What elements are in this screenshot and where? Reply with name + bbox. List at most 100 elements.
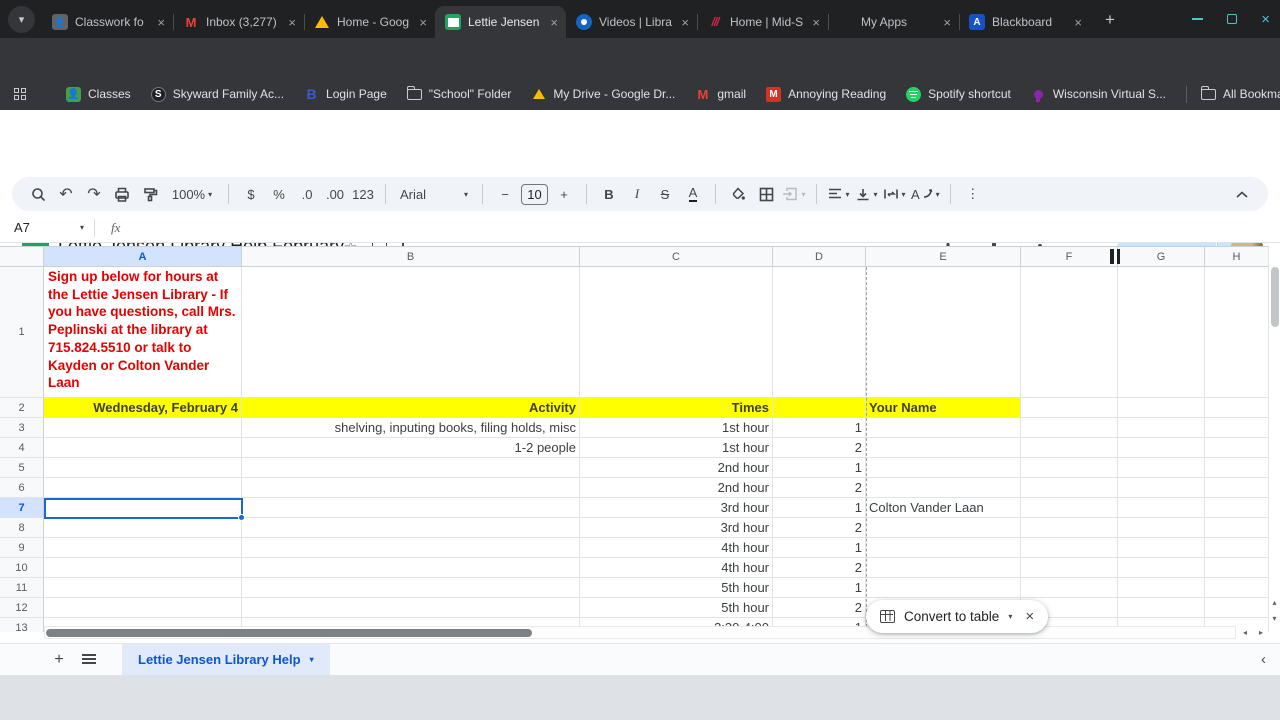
strikethrough-button[interactable]: S xyxy=(653,182,677,206)
zoom-select[interactable]: 100% ▾ xyxy=(166,182,218,206)
cell[interactable] xyxy=(44,578,242,598)
row-header-2[interactable]: 2 xyxy=(0,398,44,418)
cell[interactable] xyxy=(1021,538,1118,558)
window-close-button[interactable]: × xyxy=(1261,12,1270,27)
tab-search-button[interactable]: ▾ xyxy=(8,6,35,33)
cell-C2[interactable]: Times xyxy=(580,398,773,418)
fill-color-icon[interactable] xyxy=(726,182,750,206)
cell[interactable] xyxy=(1021,478,1118,498)
cell[interactable] xyxy=(1021,558,1118,578)
italic-button[interactable]: I xyxy=(625,182,649,206)
cell-B2[interactable]: Activity xyxy=(242,398,580,418)
cell[interactable] xyxy=(1021,578,1118,598)
column-resize-handle[interactable] xyxy=(1110,249,1123,264)
sheet-tab-active[interactable]: Lettie Jensen Library Help ▾ xyxy=(122,643,330,676)
text-rotation-icon[interactable]: A ▾ xyxy=(911,182,940,206)
bookmark-wisconsin-virtual[interactable]: Wisconsin Virtual S... xyxy=(1031,87,1166,102)
cell[interactable] xyxy=(242,518,580,538)
paint-format-icon[interactable] xyxy=(138,182,162,206)
bold-button[interactable]: B xyxy=(597,182,621,206)
row-header[interactable]: 9 xyxy=(0,538,44,558)
cell[interactable] xyxy=(44,598,242,618)
cell-D11[interactable]: 1 xyxy=(773,578,866,598)
cell-D10[interactable]: 2 xyxy=(773,558,866,578)
cell[interactable] xyxy=(866,518,1021,538)
text-wrap-icon[interactable]: ▾ xyxy=(883,182,907,206)
close-icon[interactable]: × xyxy=(1074,15,1082,30)
cell-D3[interactable]: 1 xyxy=(773,418,866,438)
cell[interactable] xyxy=(1118,478,1205,498)
row-header[interactable]: 11 xyxy=(0,578,44,598)
cell-C7[interactable]: 3rd hour xyxy=(580,498,773,518)
row-header[interactable]: 4 xyxy=(0,438,44,458)
cell[interactable] xyxy=(1205,538,1268,558)
convert-to-table-popup[interactable]: Convert to table ▾ × xyxy=(866,600,1049,633)
text-color-button[interactable]: A xyxy=(681,182,705,206)
cell[interactable] xyxy=(866,438,1021,458)
cell[interactable] xyxy=(1118,598,1205,618)
column-header-A[interactable]: A xyxy=(44,246,242,267)
close-icon[interactable]: × xyxy=(419,15,427,30)
column-header-F[interactable]: F xyxy=(1021,246,1118,267)
cell[interactable] xyxy=(242,267,580,398)
print-icon[interactable] xyxy=(110,182,134,206)
more-options-icon[interactable]: ⋮ xyxy=(961,182,985,206)
cell[interactable] xyxy=(44,478,242,498)
bookmark-classes[interactable]: 👤 Classes xyxy=(66,86,131,102)
horizontal-scroll-thumb[interactable] xyxy=(46,629,532,637)
cell[interactable] xyxy=(866,478,1021,498)
column-header-B[interactable]: B xyxy=(242,246,580,267)
bookmark-school-folder[interactable]: "School" Folder xyxy=(406,85,511,101)
tab-inbox[interactable]: M Inbox (3,277) × xyxy=(173,6,304,38)
cell[interactable] xyxy=(242,458,580,478)
horizontal-align-icon[interactable]: ▾ xyxy=(827,182,851,206)
cell[interactable] xyxy=(44,418,242,438)
cell[interactable] xyxy=(1118,558,1205,578)
cell[interactable] xyxy=(1118,498,1205,518)
search-icon[interactable] xyxy=(26,182,50,206)
cell[interactable] xyxy=(44,518,242,538)
cell-C9[interactable]: 4th hour xyxy=(580,538,773,558)
decrease-font-size-button[interactable]: − xyxy=(493,182,517,206)
cell[interactable] xyxy=(242,538,580,558)
cell[interactable] xyxy=(44,558,242,578)
cell[interactable] xyxy=(1205,498,1268,518)
cell-C6[interactable]: 2nd hour xyxy=(580,478,773,498)
tab-classwork[interactable]: 👤 Classwork fo × xyxy=(42,6,173,38)
cell-C12[interactable]: 5th hour xyxy=(580,598,773,618)
cell[interactable] xyxy=(1205,558,1268,578)
cell[interactable] xyxy=(1118,458,1205,478)
cell-C3[interactable]: 1st hour xyxy=(580,418,773,438)
cell[interactable] xyxy=(1021,438,1118,458)
cell-D8[interactable]: 2 xyxy=(773,518,866,538)
cell[interactable] xyxy=(1118,578,1205,598)
cell-C10[interactable]: 4th hour xyxy=(580,558,773,578)
cell-A1-note[interactable]: Sign up below for hours at the Lettie Je… xyxy=(44,267,242,398)
cell-D5[interactable]: 1 xyxy=(773,458,866,478)
close-icon[interactable]: × xyxy=(681,15,689,30)
number-format-button[interactable]: 123 xyxy=(351,182,375,206)
cell-D7[interactable]: 1 xyxy=(773,498,866,518)
cell[interactable] xyxy=(1021,498,1118,518)
cell[interactable] xyxy=(1205,478,1268,498)
scroll-right-icon[interactable]: ▸ xyxy=(1259,628,1263,637)
borders-icon[interactable] xyxy=(754,182,778,206)
fill-handle[interactable] xyxy=(238,514,245,521)
select-all-corner[interactable] xyxy=(0,246,44,267)
cell-C4[interactable]: 1st hour xyxy=(580,438,773,458)
close-icon[interactable]: × xyxy=(550,15,558,30)
cell[interactable] xyxy=(242,558,580,578)
bookmark-skyward[interactable]: S Skyward Family Ac... xyxy=(150,86,284,102)
decrease-decimals-button[interactable]: .0 xyxy=(295,182,319,206)
column-header-D[interactable]: D xyxy=(773,246,866,267)
cell-E2[interactable]: Your Name xyxy=(866,398,1021,418)
cell[interactable] xyxy=(1205,438,1268,458)
tab-blackboard[interactable]: A Blackboard × xyxy=(959,6,1090,38)
column-header-E[interactable]: E xyxy=(866,246,1021,267)
new-tab-button[interactable]: + xyxy=(1098,8,1122,32)
cell[interactable] xyxy=(866,458,1021,478)
scroll-down-icon[interactable]: ▾ xyxy=(1269,614,1280,623)
restore-button[interactable] xyxy=(1227,14,1238,24)
cell[interactable] xyxy=(1205,518,1268,538)
cell[interactable] xyxy=(1118,267,1205,398)
